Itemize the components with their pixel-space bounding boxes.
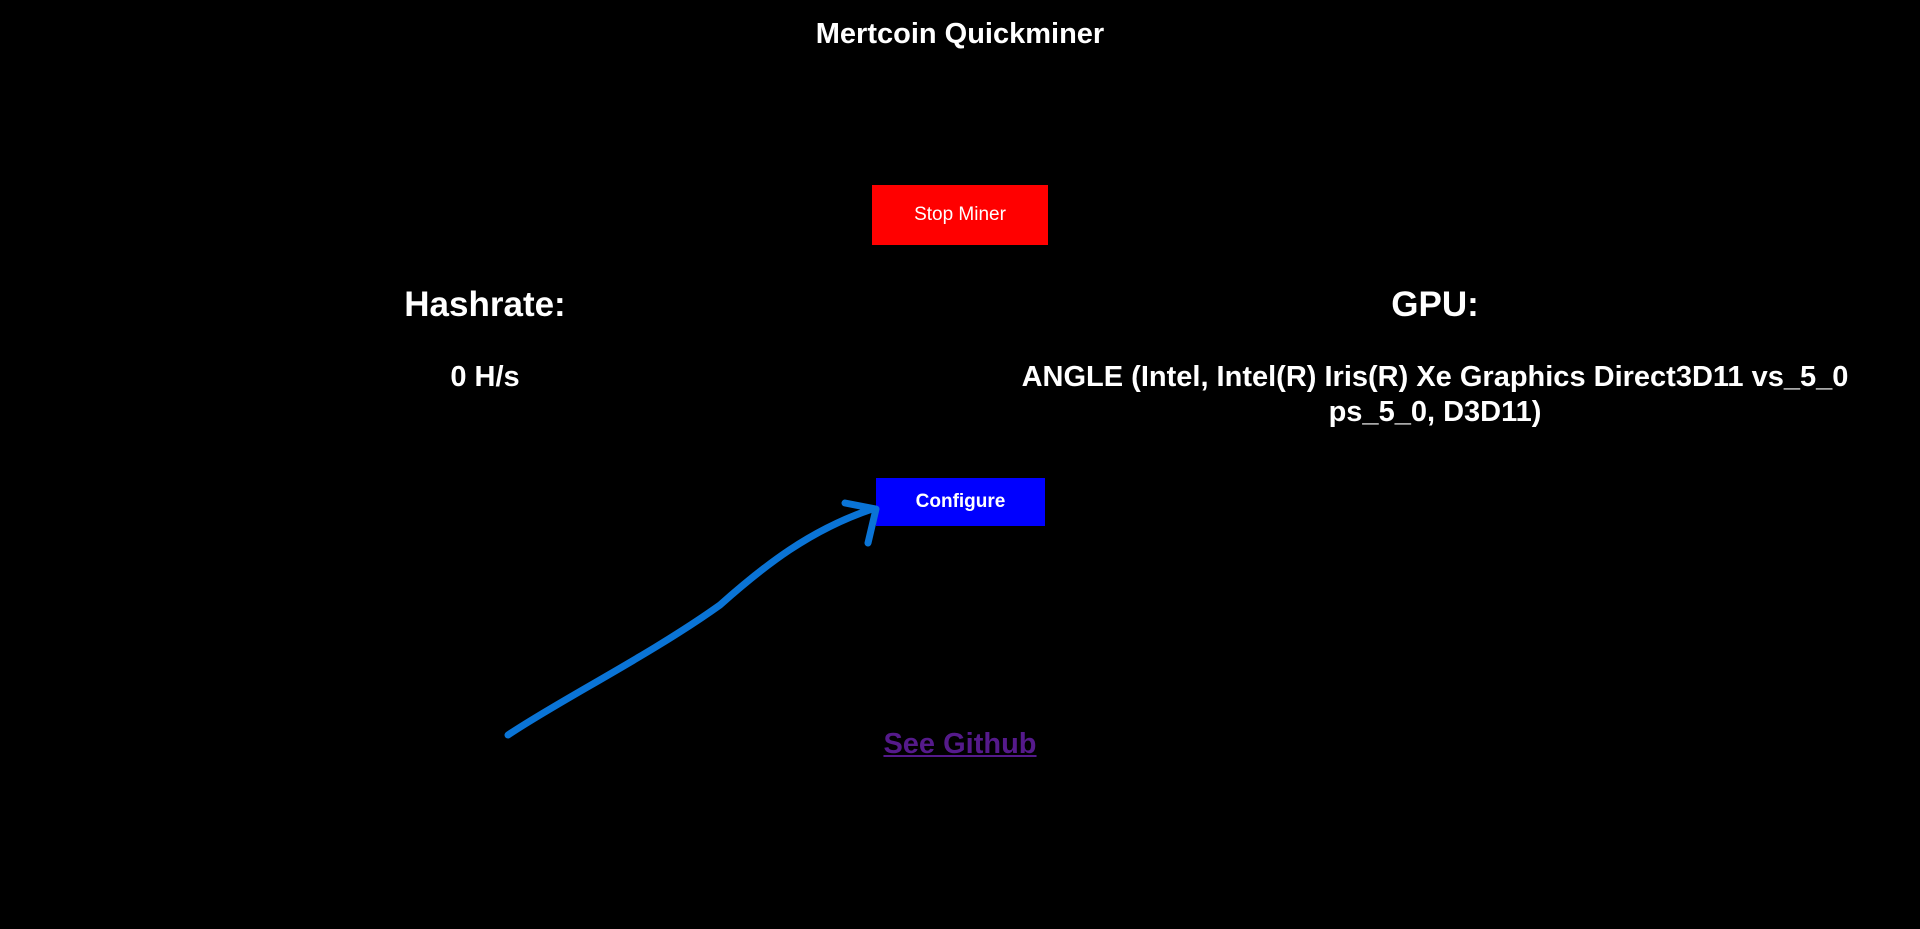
miner-page: Mertcoin Quickminer Stop Miner Hashrate:… bbox=[0, 0, 1920, 929]
annotation-arrow-icon bbox=[504, 499, 880, 739]
github-link[interactable]: See Github bbox=[883, 728, 1036, 760]
stop-miner-button[interactable]: Stop Miner bbox=[872, 185, 1048, 245]
hashrate-value: 0 H/s bbox=[450, 361, 520, 393]
gpu-heading: GPU: bbox=[1391, 285, 1479, 324]
configure-button[interactable]: Configure bbox=[876, 478, 1045, 526]
hashrate-heading: Hashrate: bbox=[404, 285, 566, 324]
gpu-value: ANGLE (Intel, Intel(R) Iris(R) Xe Graphi… bbox=[1021, 361, 1849, 428]
page-title: Mertcoin Quickminer bbox=[815, 18, 1105, 50]
hashrate-panel: Hashrate: 0 H/s bbox=[285, 284, 685, 395]
gpu-panel: GPU: ANGLE (Intel, Intel(R) Iris(R) Xe G… bbox=[985, 284, 1885, 430]
github-link-container: See Github bbox=[0, 728, 1920, 761]
